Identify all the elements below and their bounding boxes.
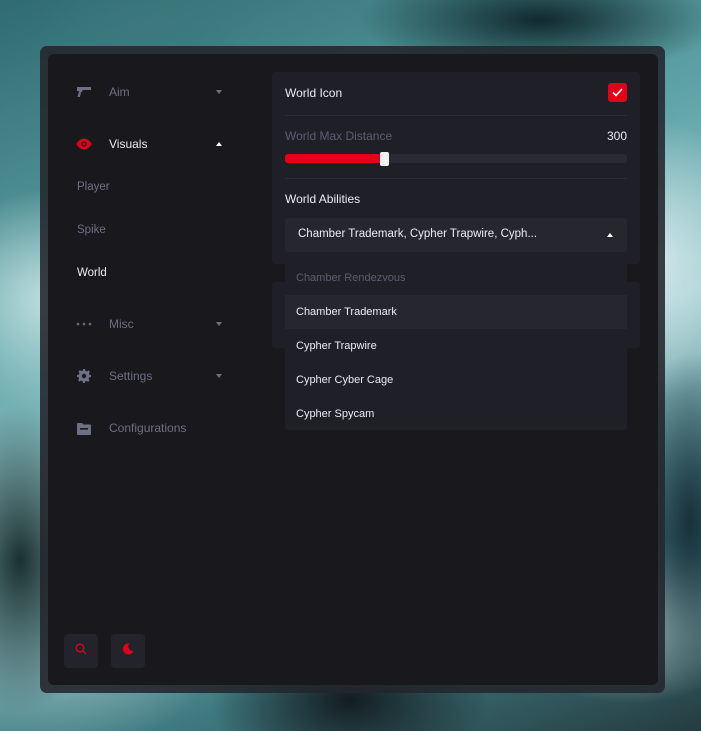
dropdown-option[interactable]: Cypher Trapwire xyxy=(285,329,627,363)
sidebar-subitem-player[interactable]: Player xyxy=(77,181,110,193)
search-button[interactable] xyxy=(64,634,98,668)
sidebar-item-misc[interactable]: Misc xyxy=(48,304,273,344)
slider-fill xyxy=(285,154,385,163)
chevron-down-icon xyxy=(216,90,222,94)
max-distance-slider[interactable] xyxy=(285,152,627,166)
divider xyxy=(285,115,627,116)
slider-handle[interactable] xyxy=(380,152,390,166)
gear-icon xyxy=(76,368,92,384)
world-abilities-selected-text: Chamber Trademark, Cypher Trapwire, Cyph… xyxy=(298,228,538,240)
world-settings-panel: World Icon World Max Distance 300 World … xyxy=(272,72,640,264)
sidebar-item-label: Settings xyxy=(109,369,153,383)
menu-window: Aim Visuals Player Spike World Misc Sett… xyxy=(48,54,658,685)
dropdown-option[interactable]: Chamber Trademark xyxy=(285,295,627,329)
sidebar-subitem-spike[interactable]: Spike xyxy=(77,224,106,236)
dropdown-option[interactable]: Cypher Cyber Cage xyxy=(285,363,627,397)
sidebar-item-visuals[interactable]: Visuals xyxy=(48,124,273,164)
theme-toggle-button[interactable] xyxy=(111,634,145,668)
option-label: Cypher Trapwire xyxy=(296,340,377,352)
world-abilities-select[interactable]: Chamber Trademark, Cypher Trapwire, Cyph… xyxy=(285,218,627,252)
gun-icon xyxy=(76,84,92,100)
sidebar-item-label: Misc xyxy=(109,317,134,331)
chevron-up-icon xyxy=(216,142,222,146)
chevron-down-icon xyxy=(216,374,222,378)
sidebar-subitem-world[interactable]: World xyxy=(77,267,107,279)
sidebar-item-configurations[interactable]: Configurations xyxy=(48,408,273,448)
chevron-down-icon xyxy=(216,322,222,326)
sidebar-item-label: Visuals xyxy=(109,137,148,151)
world-icon-label: World Icon xyxy=(285,86,343,100)
eye-icon xyxy=(76,136,92,152)
world-icon-checkbox[interactable] xyxy=(608,83,627,102)
max-distance-value: 300 xyxy=(606,129,627,143)
sidebar-item-settings[interactable]: Settings xyxy=(48,356,273,396)
world-abilities-label: World Abilities xyxy=(285,192,361,206)
option-label: Cypher Cyber Cage xyxy=(296,374,394,386)
sidebar-item-label: Configurations xyxy=(109,421,187,435)
dots-icon xyxy=(76,316,92,332)
search-icon xyxy=(75,642,87,660)
sidebar-item-label: Aim xyxy=(109,85,130,99)
checkmark-icon xyxy=(612,84,623,102)
sidebar: Aim Visuals Player Spike World Misc Sett… xyxy=(48,54,273,685)
max-distance-label: World Max Distance xyxy=(285,129,393,143)
dropdown-option[interactable]: Chamber Rendezvous xyxy=(285,261,627,295)
folder-icon xyxy=(76,420,92,436)
sidebar-item-aim[interactable]: Aim xyxy=(48,72,273,112)
world-abilities-dropdown: Chamber Rendezvous Chamber Trademark Cyp… xyxy=(285,261,627,430)
option-label: Cypher Spycam xyxy=(296,408,375,420)
dropdown-option[interactable]: Cypher Spycam xyxy=(285,397,627,430)
option-label: Chamber Trademark xyxy=(296,306,397,318)
chevron-up-icon xyxy=(607,233,613,237)
divider xyxy=(285,178,627,179)
moon-icon xyxy=(122,642,134,660)
option-label: Chamber Rendezvous xyxy=(296,272,406,284)
